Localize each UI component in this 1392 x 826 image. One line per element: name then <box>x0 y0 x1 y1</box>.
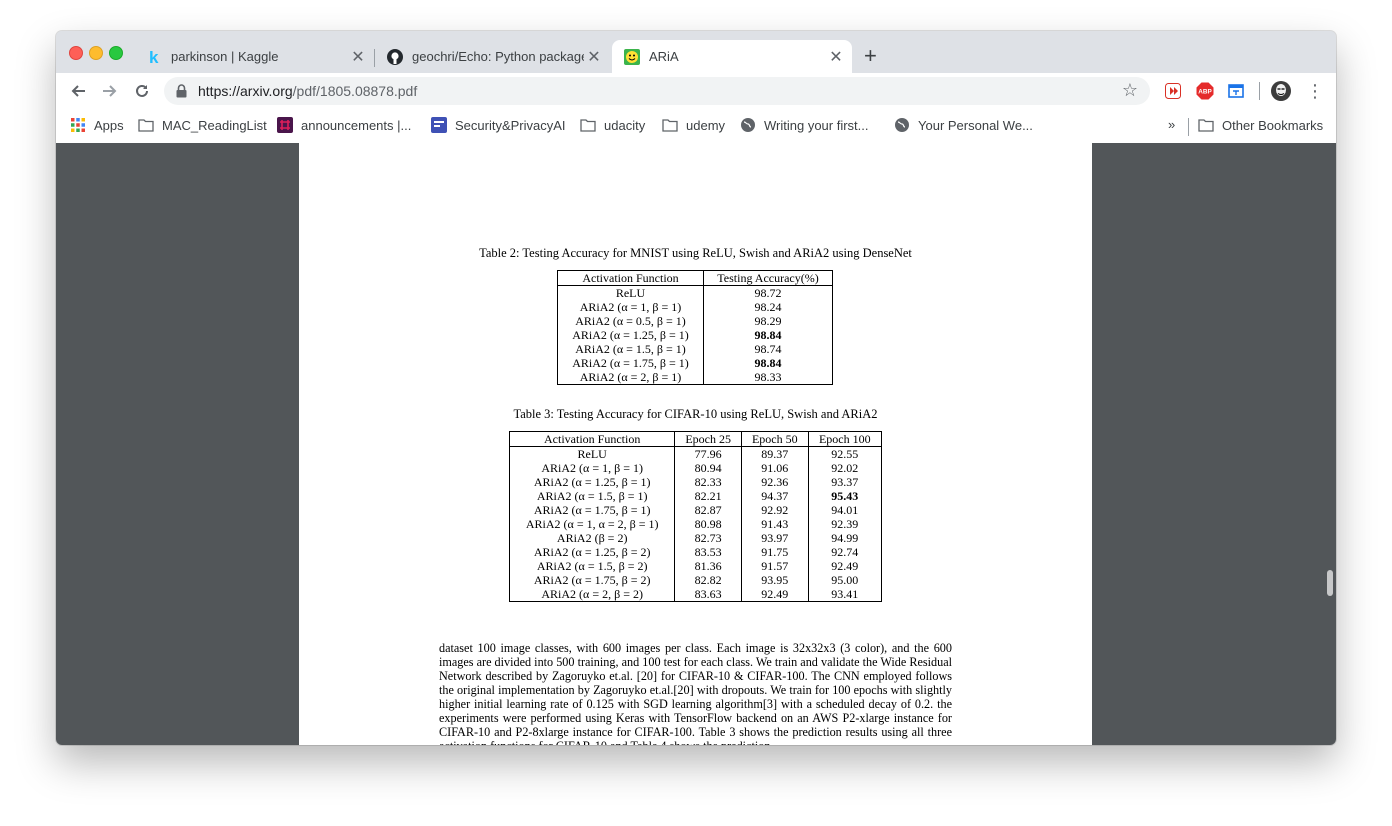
svg-text:ABP: ABP <box>1198 89 1212 96</box>
profile-avatar[interactable] <box>1271 81 1291 101</box>
close-tab-icon[interactable]: ✕ <box>584 47 604 67</box>
bookmark-star-icon[interactable]: ☆ <box>1122 80 1138 101</box>
tab-title: geochri/Echo: Python package <box>412 49 584 64</box>
bookmark-label: Your Personal We... <box>918 117 1033 133</box>
lock-icon <box>176 84 187 103</box>
bookmark-label: Security&PrivacyAI <box>455 117 566 133</box>
table-row: ARiA2 (α = 1.75, β = 2) 82.82 93.95 95.00 <box>508 573 883 587</box>
table-header: Activation Function <box>508 431 676 447</box>
slack-icon <box>277 117 293 133</box>
extension-window-icon[interactable] <box>1226 81 1246 101</box>
table-row: ReLU 77.96 89.37 92.55 <box>508 446 883 461</box>
pdf-page: Table 2: Testing Accuracy for MNIST usin… <box>299 143 1092 745</box>
table-row: ARiA2 (α = 1.25, β = 1) 98.84 <box>556 328 833 342</box>
bookmark-udemy[interactable]: udemy <box>662 117 725 133</box>
table-header: Testing Accuracy(%) <box>703 270 833 286</box>
table-row: ARiA2 (α = 1.75, β = 1) 98.84 <box>556 356 833 370</box>
bookmark-other-bookmarks[interactable]: Other Bookmarks <box>1198 117 1323 133</box>
table-row: ARiA2 (α = 0.5, β = 1) 98.29 <box>556 314 833 328</box>
tab-kaggle[interactable]: k parkinson | Kaggle ✕ <box>134 40 374 73</box>
apps-grid-icon <box>70 117 86 133</box>
globe-icon <box>740 117 756 133</box>
bookmark-label: udemy <box>686 117 726 133</box>
globe-icon <box>894 117 910 133</box>
scrollbar-thumb[interactable] <box>1327 570 1333 596</box>
tab-github[interactable]: geochri/Echo: Python package ✕ <box>375 40 610 73</box>
table-row: ARiA2 (α = 1.5, β = 2) 81.36 91.57 92.49 <box>508 559 883 573</box>
bookmark-udacity[interactable]: udacity <box>580 117 645 133</box>
address-bar[interactable]: https://arxiv.org/pdf/1805.08878.pdf ☆ <box>164 77 1150 105</box>
bookmark-mac-readinglist[interactable]: MAC_ReadingList <box>138 117 267 133</box>
folder-icon <box>138 117 154 133</box>
back-arrow-icon[interactable] <box>68 81 88 101</box>
bookmark-security-privacy-ai[interactable]: Security&PrivacyAI <box>431 117 566 133</box>
table-row: ReLU 98.72 <box>556 285 833 300</box>
pdf-viewer[interactable]: Table 2: Testing Accuracy for MNIST usin… <box>56 143 1336 745</box>
folder-icon <box>1198 117 1214 133</box>
bookmark-your-personal-we[interactable]: Your Personal We... <box>894 117 1033 133</box>
bookmark-label: udacity <box>604 117 646 133</box>
toolbar: https://arxiv.org/pdf/1805.08878.pdf ☆ A… <box>56 73 1336 109</box>
forward-arrow-icon[interactable] <box>100 81 120 101</box>
tab-strip: k parkinson | Kaggle ✕ geochri/Echo: Pyt… <box>56 31 1336 73</box>
close-tab-icon[interactable]: ✕ <box>826 47 846 67</box>
table-row: ARiA2 (α = 2, β = 2) 83.63 92.49 93.41 <box>508 587 883 602</box>
table-header: Epoch 50 <box>740 431 809 447</box>
table2-caption: Table 2: Testing Accuracy for MNIST usin… <box>479 246 912 260</box>
table-row: ARiA2 (α = 1.25, β = 2) 83.53 91.75 92.74 <box>508 545 883 559</box>
bookmark-label: announcements |... <box>301 117 412 133</box>
bookmark-announcements[interactable]: announcements |... <box>277 117 411 133</box>
paragraph-text: dataset 100 image classes, with 600 imag… <box>439 641 952 745</box>
url-text: https://arxiv.org/pdf/1805.08878.pdf <box>198 83 418 99</box>
bookmark-label: MAC_ReadingList <box>162 117 267 133</box>
svg-text:k: k <box>149 49 159 65</box>
table-row: ARiA2 (β = 2) 82.73 93.97 94.99 <box>508 531 883 545</box>
adblock-icon[interactable]: ABP <box>1195 81 1215 101</box>
table3: Activation Function Epoch 25 Epoch 50 Ep… <box>508 431 883 602</box>
folder-icon <box>580 117 596 133</box>
table-row: ARiA2 (α = 1.5, β = 1) 98.74 <box>556 342 833 356</box>
tab-aria[interactable]: ARiA ✕ <box>612 40 852 73</box>
table-row: ARiA2 (α = 1.75, β = 1) 82.87 92.92 94.01 <box>508 503 883 517</box>
table3-caption: Table 3: Testing Accuracy for CIFAR-10 u… <box>513 407 878 421</box>
table-row: ARiA2 (α = 1, β = 1) 80.94 91.06 92.02 <box>508 461 883 475</box>
reload-icon[interactable] <box>132 81 152 101</box>
bookmarks-overflow-chevron[interactable]: » <box>1168 117 1175 132</box>
tab-title: parkinson | Kaggle <box>171 49 279 64</box>
smiley-icon <box>624 48 640 65</box>
window-close-button[interactable] <box>69 46 83 60</box>
bookmarks-separator <box>1188 118 1189 136</box>
body-paragraph: dataset 100 image classes, with 600 imag… <box>439 641 952 745</box>
window-minimize-button[interactable] <box>89 46 103 60</box>
bookmark-label: Writing your first... <box>764 117 869 133</box>
bookmark-writing-your-first[interactable]: Writing your first... <box>740 117 869 133</box>
bookmark-label: Apps <box>94 117 124 133</box>
table-row: ARiA2 (α = 1.25, β = 1) 82.33 92.36 93.37 <box>508 475 883 489</box>
table-row: ARiA2 (α = 1, β = 1) 98.24 <box>556 300 833 314</box>
close-tab-icon[interactable]: ✕ <box>348 47 368 67</box>
bookmark-label: Other Bookmarks <box>1222 117 1324 133</box>
extension-video-icon[interactable] <box>1163 81 1183 101</box>
tab-title: ARiA <box>649 49 679 64</box>
table-header: Epoch 100 <box>807 431 883 447</box>
window-maximize-button[interactable] <box>109 46 123 60</box>
toolbar-separator <box>1259 82 1260 100</box>
table-header: Activation Function <box>556 270 705 286</box>
folder-icon <box>662 117 678 133</box>
table-header: Epoch 25 <box>674 431 742 447</box>
kaggle-icon: k <box>146 49 162 65</box>
browser-window: k parkinson | Kaggle ✕ geochri/Echo: Pyt… <box>56 31 1336 745</box>
table2: Activation Function Testing Accuracy(%) … <box>556 270 833 385</box>
new-tab-button[interactable]: + <box>864 44 877 68</box>
table-row: ARiA2 (α = 2, β = 1) 98.33 <box>556 370 833 385</box>
site-icon <box>431 117 447 133</box>
bookmarks-bar: Apps MAC_ReadingList announcements |... … <box>56 109 1336 144</box>
github-icon <box>387 48 403 65</box>
more-menu-icon[interactable]: ⋮ <box>1305 81 1325 101</box>
table-row: ARiA2 (α = 1.5, β = 1) 82.21 94.37 95.43 <box>508 489 883 503</box>
table-row: ARiA2 (α = 1, α = 2, β = 1) 80.98 91.43 92.… <box>508 517 883 531</box>
bookmark-apps[interactable]: Apps <box>70 117 124 133</box>
